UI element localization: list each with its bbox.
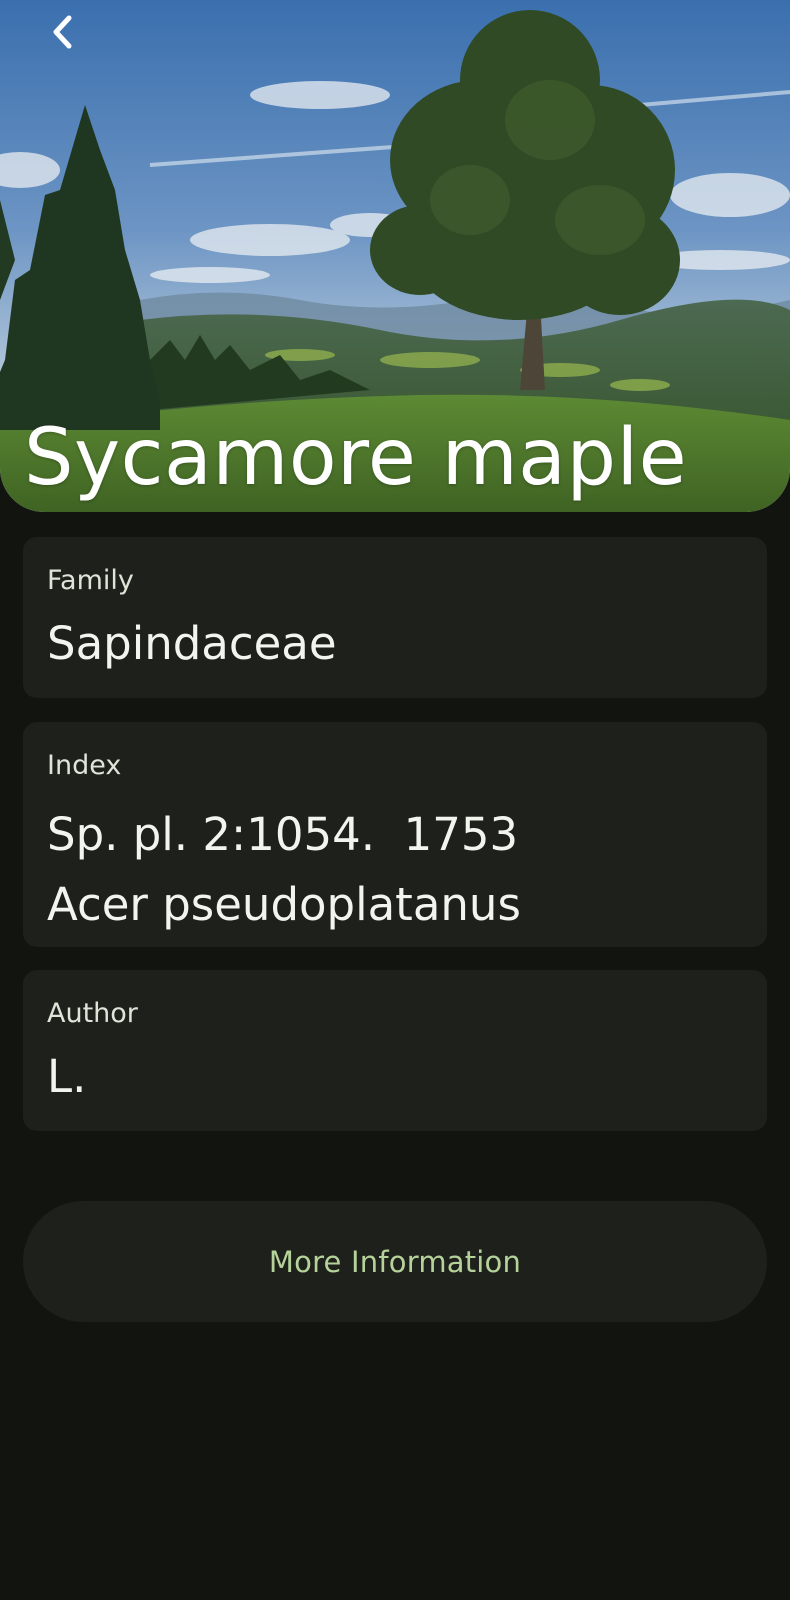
index-value-line: Sp. pl. 2:1054. 1753 [47, 808, 519, 861]
plant-detail-screen: Sycamore maple Family Sapindaceae Index … [0, 0, 790, 1600]
page-title: Sycamore maple [24, 413, 688, 503]
back-button[interactable] [36, 6, 88, 58]
index-value: Sp. pl. 2:1054. 1753 Acer pseudoplatanus [47, 800, 743, 940]
family-value: Sapindaceae [47, 617, 337, 670]
more-information-button[interactable]: More Information [23, 1201, 767, 1322]
index-label: Index [47, 750, 122, 781]
index-card: Index Sp. pl. 2:1054. 1753 Acer pseudopl… [23, 722, 767, 947]
author-label: Author [47, 998, 138, 1029]
author-card: Author L. [23, 970, 767, 1131]
family-label: Family [47, 565, 134, 596]
index-value-line: Acer pseudoplatanus [47, 878, 521, 931]
author-value: L. [47, 1050, 87, 1103]
hero-image: Sycamore maple [0, 0, 790, 512]
more-information-label: More Information [268, 1244, 522, 1279]
family-card: Family Sapindaceae [23, 537, 767, 698]
chevron-left-icon [53, 15, 72, 49]
